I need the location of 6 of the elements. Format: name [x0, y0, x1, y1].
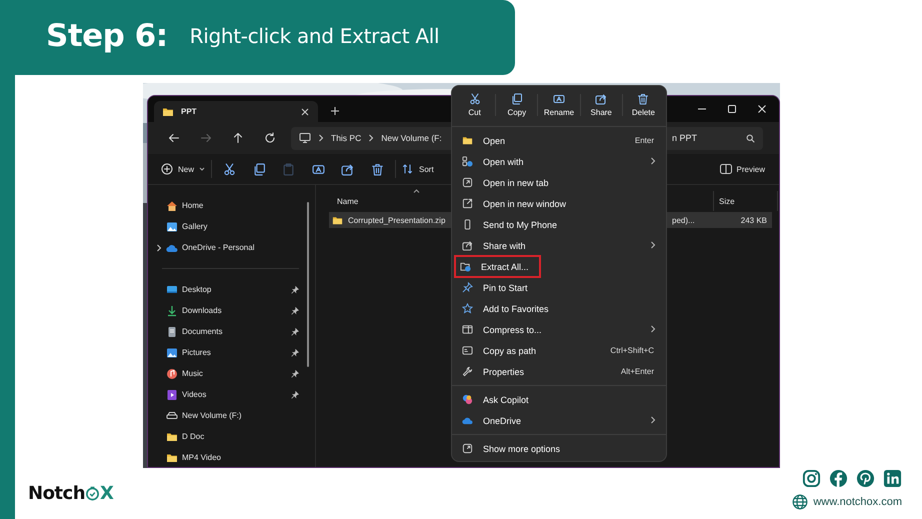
search-text: n PPT: [672, 133, 698, 143]
step-number: Step 6:: [46, 18, 168, 54]
highlight-frame: Extract All...: [456, 257, 539, 276]
brand-name: Notch: [28, 483, 86, 504]
brand-name: X: [100, 483, 114, 504]
step-title: Right-click and Extract All: [190, 24, 440, 48]
